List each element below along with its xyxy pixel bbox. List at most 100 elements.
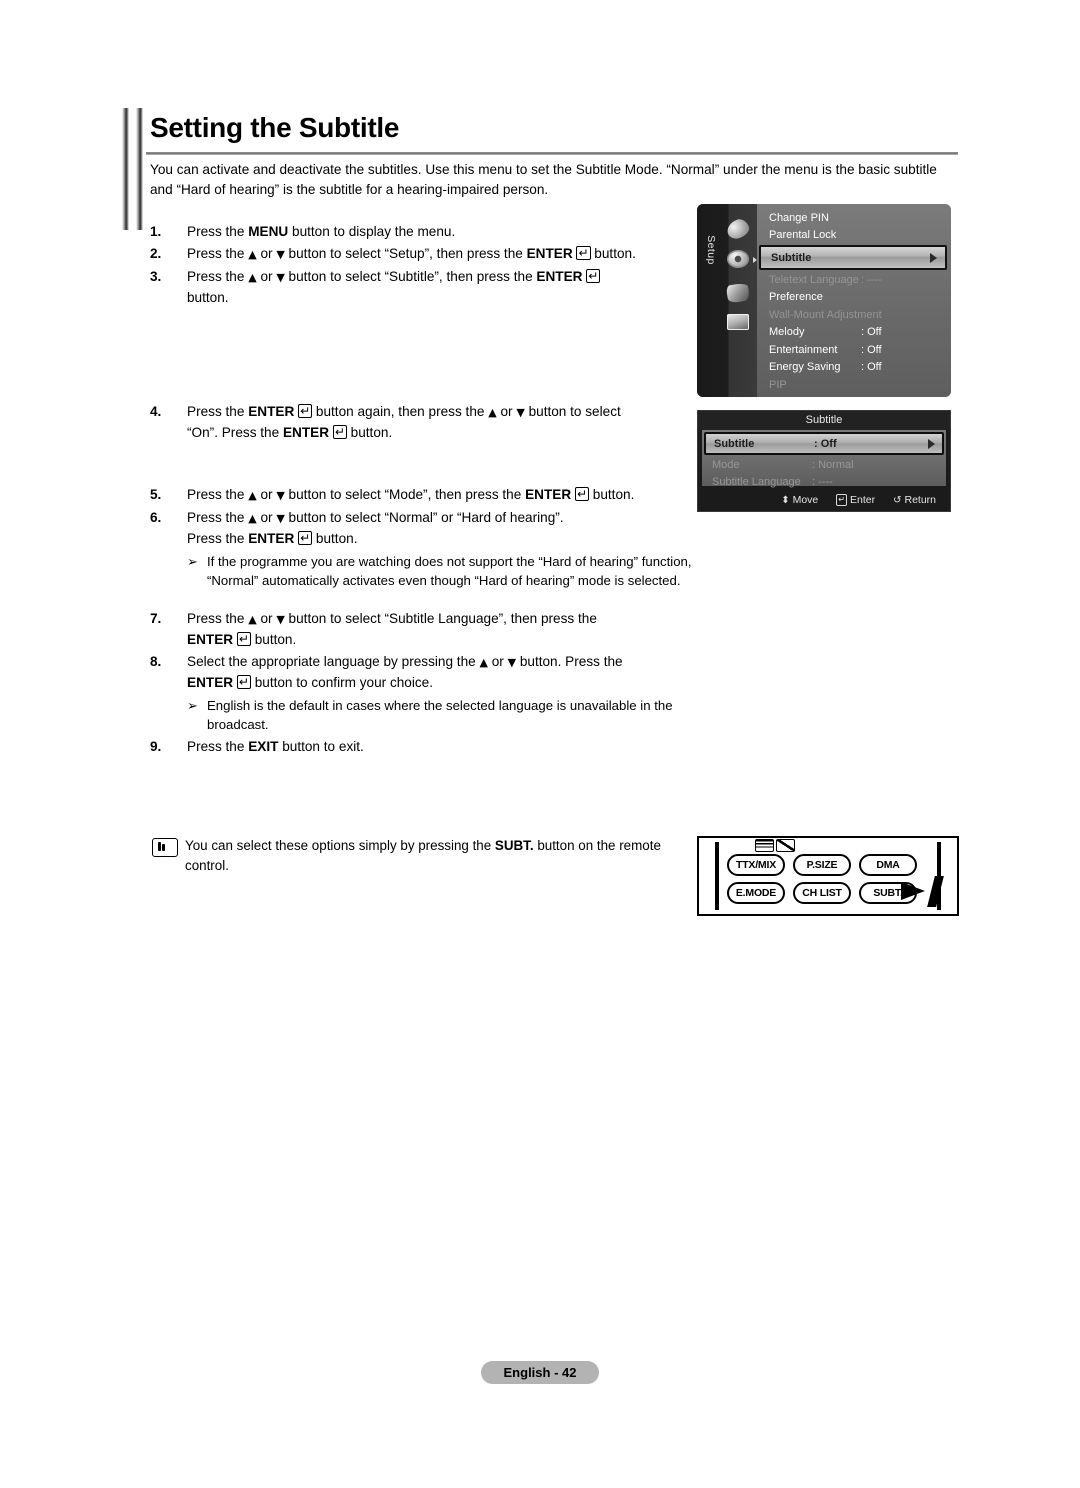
remote-button-dma[interactable]: DMA xyxy=(859,854,917,876)
step-7: 7. Press the ▲ or ▼ button to select “Su… xyxy=(150,609,710,650)
screen-icon[interactable] xyxy=(727,314,749,330)
item-label: Wall-Mount Adjustment xyxy=(769,308,882,321)
enter-icon: ↵ xyxy=(298,404,313,418)
step-3: 3. Press the ▲ or ▼ button to select “Su… xyxy=(150,267,710,308)
step-6: 6. Press the ▲ or ▼ button to select “No… xyxy=(150,508,710,549)
remote-button-e-mode[interactable]: E.MODE xyxy=(727,882,785,904)
note-callout: You can select these options simply by p… xyxy=(152,836,682,876)
plug-icon[interactable] xyxy=(725,282,751,304)
item-label: Subtitle xyxy=(714,437,755,450)
item-value: : Off xyxy=(861,326,882,339)
remote-button-ch-list[interactable]: CH LIST xyxy=(793,882,851,904)
enter-icon: ↵ xyxy=(298,531,313,545)
steps-list: 1. Press the MENU button to display the … xyxy=(150,222,710,759)
chevron-right-icon xyxy=(928,438,935,449)
tv-setup-menu[interactable]: Setup Change PIN Parental Lock Subtitle … xyxy=(697,204,951,397)
nav-move[interactable]: ⬍ Move xyxy=(781,494,818,506)
tv-menu-item-energy-saving[interactable]: Energy Saving : Off xyxy=(757,359,951,377)
remote-button-p-size[interactable]: P.SIZE xyxy=(793,854,851,876)
page-footer-badge: English - 42 xyxy=(481,1361,599,1384)
nav-label: Enter xyxy=(849,494,876,506)
note-text-b: SUBT. xyxy=(494,838,534,853)
step-text: Press the ▲ or ▼ button to select “Setup… xyxy=(187,246,636,261)
step-text: Press the EXIT button to exit. xyxy=(187,739,364,754)
step-8: 8. Select the appropriate language by pr… xyxy=(150,652,710,693)
selection-tick-icon xyxy=(753,257,757,263)
step-number: 6. xyxy=(150,510,162,525)
remote-left-edge xyxy=(715,842,719,910)
item-value: : ---- xyxy=(861,273,882,286)
step-number: 1. xyxy=(150,224,162,239)
submenu-item-subtitle[interactable]: Subtitle : Off xyxy=(704,432,944,455)
enter-icon: ↵ xyxy=(236,632,251,646)
item-value: : Off xyxy=(861,343,882,356)
tv-menu-item-preference[interactable]: Preference xyxy=(757,289,951,307)
item-label: PIP xyxy=(769,378,787,391)
remote-button-ttx-mix[interactable]: TTX/MIX xyxy=(727,854,785,876)
gear-icon[interactable] xyxy=(727,250,749,268)
title-divider xyxy=(146,152,958,155)
intro-paragraph: You can activate and deactivate the subt… xyxy=(150,162,937,197)
step-number: 7. xyxy=(150,611,162,626)
item-label: Subtitle xyxy=(771,251,812,264)
tv-menu-item-parental-lock[interactable]: Parental Lock xyxy=(757,227,951,245)
layout-spacer xyxy=(150,445,710,485)
submenu-items: Subtitle : Off Mode : Normal Subtitle La… xyxy=(702,430,946,488)
item-label: Mode xyxy=(712,458,740,471)
item-value: : ---- xyxy=(812,475,833,488)
nav-enter[interactable]: ↵ Enter xyxy=(836,494,875,506)
note-text-a: You can select these options simply by p… xyxy=(185,838,495,853)
submenu-item-mode[interactable]: Mode : Normal xyxy=(702,456,946,473)
note-hand-icon xyxy=(152,838,178,857)
item-value: : Normal xyxy=(812,458,854,471)
layout-spacer xyxy=(150,310,710,402)
submenu-item-subtitle-language[interactable]: Subtitle Language : ---- xyxy=(702,473,946,490)
hand-icon[interactable] xyxy=(724,216,752,242)
item-label: Change PIN xyxy=(769,211,829,224)
pointer-bar xyxy=(927,876,944,907)
pointer-triangle xyxy=(901,882,925,900)
item-label: Preference xyxy=(769,291,823,304)
item-label: Melody xyxy=(769,326,805,339)
step-text: Press the ▲ or ▼ button to select “Subti… xyxy=(187,269,601,305)
margin-decoration xyxy=(122,108,148,230)
step-number: 5. xyxy=(150,487,162,502)
tv-menu-icon-column: Setup xyxy=(697,204,757,397)
nav-label: Move xyxy=(792,494,819,506)
layout-spacer xyxy=(150,593,710,609)
subnote-bullet-icon: ➢ xyxy=(187,554,198,569)
tv-menu-items: Change PIN Parental Lock Subtitle Telete… xyxy=(757,204,951,397)
tv-menu-item-wall-mount-adjustment[interactable]: Wall-Mount Adjustment xyxy=(757,306,951,324)
step-4: 4. Press the ENTER ↵ button again, then … xyxy=(150,402,710,443)
enter-icon: ↵ xyxy=(586,269,601,283)
subnote-bullet-icon: ➢ xyxy=(187,698,198,713)
submenu-nav-bar: ⬍ Move ↵ Enter ↺ Return xyxy=(698,489,950,511)
item-value: : Off xyxy=(861,361,882,374)
tv-subtitle-submenu[interactable]: Subtitle Subtitle : Off Mode : Normal Su… xyxy=(697,410,951,512)
item-label: Entertainment xyxy=(769,343,838,356)
nav-return[interactable]: ↺ Return xyxy=(893,494,936,506)
item-label: Energy Saving xyxy=(769,361,841,374)
step-text: Press the ▲ or ▼ button to select “Norma… xyxy=(187,510,564,546)
tv-menu-item-melody[interactable]: Melody : Off xyxy=(757,324,951,342)
step-number: 2. xyxy=(150,246,162,261)
step-number: 3. xyxy=(150,269,162,284)
tv-menu-item-entertainment[interactable]: Entertainment : Off xyxy=(757,341,951,359)
subnote-english-default: ➢ English is the default in cases where … xyxy=(187,696,710,734)
note-text: You can select these options simply by p… xyxy=(185,836,682,876)
enter-icon: ↵ xyxy=(236,675,251,689)
pointer-arrow-icon xyxy=(897,876,955,907)
item-label: Teletext Language xyxy=(769,273,859,286)
enter-icon: ↵ xyxy=(332,425,347,439)
step-text: Select the appropriate language by press… xyxy=(187,654,623,690)
tv-menu-item-subtitle[interactable]: Subtitle xyxy=(759,245,947,270)
tv-menu-item-pip[interactable]: PIP xyxy=(757,376,951,394)
teletext-mix-icon xyxy=(755,839,797,854)
step-text: Press the ▲ or ▼ button to select “Mode”… xyxy=(187,487,635,502)
enter-icon: ↵ xyxy=(574,487,589,501)
step-text: Press the ENTER ↵ button again, then pre… xyxy=(187,404,621,440)
tv-menu-item-change-pin[interactable]: Change PIN xyxy=(757,209,951,227)
step-number: 9. xyxy=(150,739,162,754)
tv-menu-tab-label: Setup xyxy=(705,235,717,265)
tv-menu-item-teletext-language[interactable]: Teletext Language : ---- xyxy=(757,271,951,289)
